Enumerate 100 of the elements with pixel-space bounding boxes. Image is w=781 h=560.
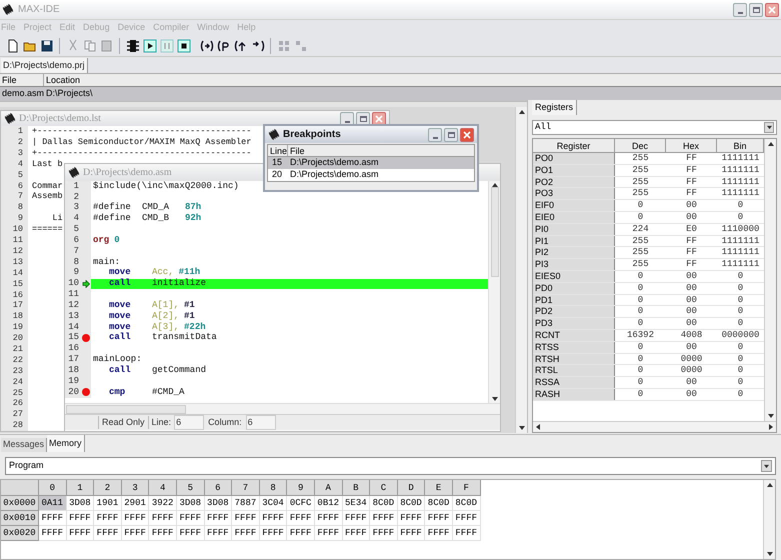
memory-cell[interactable]: FFFF	[94, 526, 122, 541]
table-cell-text: 0	[736, 212, 744, 223]
memory-cell[interactable]: FFFF	[342, 511, 370, 526]
line-number: 11	[12, 234, 23, 247]
maximize-button[interactable]	[356, 112, 370, 126]
memory-cell[interactable]: FFFF	[260, 526, 288, 541]
memory-cell[interactable]: FFFF	[452, 511, 480, 526]
memory-cell[interactable]: FFFF	[398, 511, 426, 526]
minimize-button[interactable]	[733, 2, 747, 16]
maximize-button[interactable]	[444, 128, 458, 142]
horizontal-scrollbar[interactable]	[65, 403, 500, 414]
down-arrow-icon	[518, 425, 524, 431]
memory-cell[interactable]: 3D08	[204, 496, 232, 511]
table-cell-text: FF	[685, 188, 698, 200]
registers-tab[interactable]: Registers	[532, 100, 578, 115]
minimize-button[interactable]	[340, 112, 354, 126]
close-button[interactable]	[765, 2, 779, 16]
minimize-button[interactable]	[428, 128, 442, 142]
memory-cell[interactable]: FFFF	[232, 526, 260, 541]
table-cell-text: 255	[631, 153, 650, 164]
memory-cell[interactable]: FFFF	[122, 511, 150, 526]
memory-cell[interactable]: 5E34	[342, 496, 370, 511]
memory-cell[interactable]: FFFF	[452, 526, 480, 541]
memory-cell[interactable]: FFFF	[94, 511, 122, 526]
project-tab[interactable]: D:\Projects\demo.prj	[1, 58, 88, 73]
memory-cell[interactable]: FFFF	[39, 511, 67, 526]
code-number: #1	[184, 298, 195, 312]
memory-cell[interactable]: 3D08	[66, 496, 94, 511]
memory-cell[interactable]: FFFF	[314, 526, 343, 541]
memory-cell[interactable]: 7887	[232, 496, 260, 511]
window-title: Breakpoints	[283, 128, 341, 142]
down-arrow-icon	[766, 125, 772, 130]
memory-cell[interactable]: 8C0D	[370, 496, 398, 511]
memory-cell[interactable]: FFFF	[425, 526, 453, 541]
memory-cell[interactable]: FFFF	[287, 526, 315, 541]
memory-cell[interactable]: 2901	[122, 496, 150, 511]
memory-cell[interactable]: 3C04	[260, 496, 288, 511]
table-cell-text: 4008	[680, 330, 704, 341]
line-number: 7	[18, 190, 23, 203]
breakpoint-row[interactable]: 15 D:\Projects\demo.asm	[268, 157, 474, 169]
table-cell-text: 0	[636, 270, 644, 282]
vertical-scrollbar[interactable]	[764, 139, 776, 421]
register-filter-dropdown[interactable]: All	[532, 120, 777, 135]
memory-cell[interactable]: 3D08	[176, 496, 205, 511]
memory-cell[interactable]: FFFF	[370, 526, 398, 541]
memory-cell[interactable]: FFFF	[370, 511, 398, 526]
breakpoint-row[interactable]: 20 D:\Projects\demo.asm	[268, 169, 474, 181]
horizontal-scrollbar[interactable]	[533, 421, 776, 432]
memory-cell[interactable]: FFFF	[149, 526, 177, 541]
memory-cell[interactable]: 0A11	[39, 496, 67, 511]
vertical-scrollbar[interactable]	[515, 107, 527, 433]
memory-cell[interactable]: FFFF	[122, 526, 150, 541]
close-button[interactable]	[460, 128, 474, 142]
memory-cell[interactable]: FFFF	[149, 511, 177, 526]
table-cell-text: E0	[685, 224, 698, 235]
panel-tab[interactable]: Messages	[1, 438, 48, 452]
memory-cell[interactable]: FFFF	[314, 511, 343, 526]
memory-cell[interactable]: FFFF	[260, 511, 288, 526]
vertical-scrollbar[interactable]	[488, 181, 500, 403]
up-arrow-icon	[768, 141, 774, 147]
memory-cell[interactable]: FFFF	[204, 511, 232, 526]
line-number: 12	[12, 244, 23, 258]
code-opcode: cmp	[109, 386, 126, 399]
panel-tab[interactable]: Memory	[47, 435, 85, 452]
memory-cell[interactable]: FFFF	[342, 526, 370, 541]
memory-cell[interactable]: 1901	[94, 496, 122, 511]
memory-cell[interactable]: FFFF	[398, 526, 426, 541]
table-cell-text: 1111111	[720, 164, 760, 176]
down-arrow-icon	[768, 413, 774, 419]
up-arrow-icon	[492, 182, 498, 188]
memory-cell[interactable]: FFFF	[204, 526, 232, 541]
memory-cell[interactable]: FFFF	[66, 511, 94, 526]
memory-cell[interactable]: 8C0D	[398, 496, 426, 511]
table-cell-text: 00	[685, 270, 698, 282]
maximize-button[interactable]	[749, 2, 763, 16]
table-cell-text: 255	[631, 247, 650, 258]
run-icon[interactable]	[141, 37, 158, 54]
table-cell-text: 1111111	[720, 247, 760, 258]
memory-cell[interactable]: 0B12	[314, 496, 343, 511]
code-number: 87h	[185, 201, 202, 214]
line-number: 17	[12, 299, 23, 312]
memory-cell[interactable]: 8C0D	[452, 496, 480, 511]
table-cell-text: 0000	[680, 354, 704, 364]
memory-space-dropdown[interactable]: Program	[5, 457, 776, 475]
stop-icon[interactable]	[175, 37, 192, 54]
listing-text: | Dallas Semiconductor/MAXIM MaxQ Assembler	[32, 136, 252, 149]
memory-cell[interactable]: 8C0D	[425, 496, 453, 511]
memory-cell[interactable]: FFFF	[232, 511, 260, 526]
memory-cell[interactable]: FFFF	[39, 526, 67, 541]
file-row[interactable]: demo.asm D:\Projects\	[0, 87, 781, 101]
memory-cell[interactable]: 0CFC	[287, 496, 315, 511]
memory-cell[interactable]: FFFF	[176, 526, 205, 541]
close-button[interactable]	[372, 112, 386, 126]
memory-cell[interactable]: 3922	[149, 496, 177, 511]
memory-cell[interactable]: FFFF	[176, 511, 205, 526]
memory-cell[interactable]: FFFF	[425, 511, 453, 526]
vertical-scrollbar[interactable]	[763, 480, 775, 559]
memory-cell[interactable]: FFFF	[287, 511, 315, 526]
memory-cell[interactable]: FFFF	[66, 526, 94, 541]
close-icon	[375, 114, 383, 123]
